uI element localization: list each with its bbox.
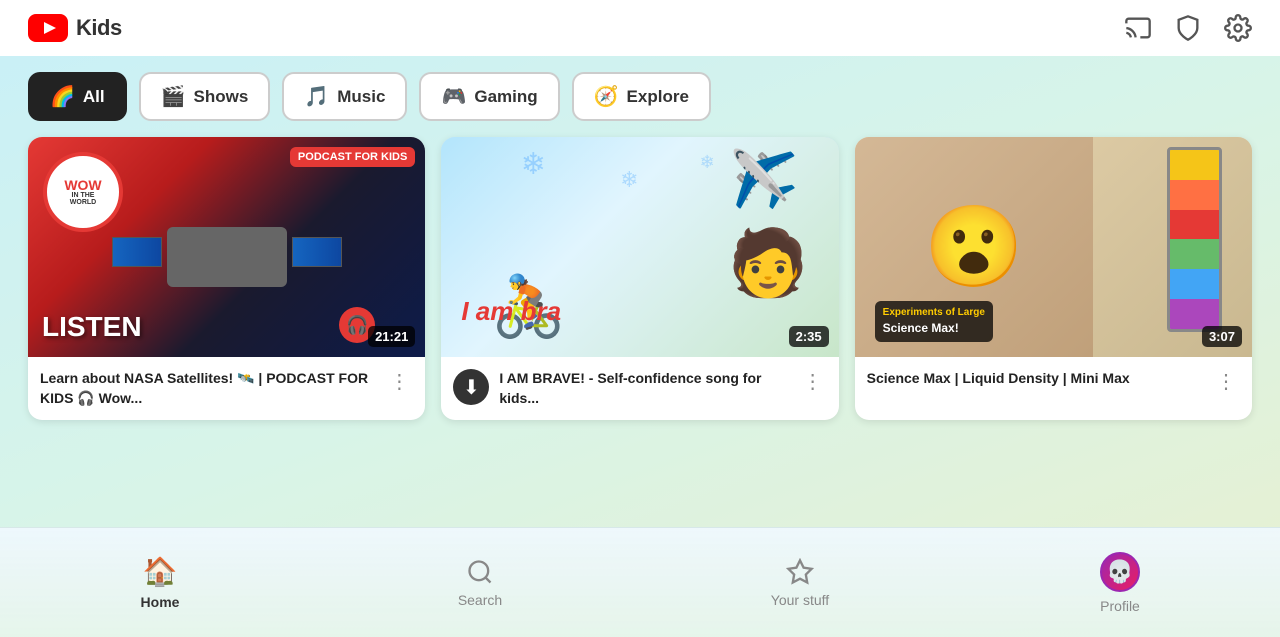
- video-left-brave: ⬇ I AM BRAVE! - Self-confidence song for…: [453, 369, 798, 408]
- nav-stuff-label: Your stuff: [771, 592, 829, 608]
- layer-green: [1170, 239, 1219, 269]
- nav-home[interactable]: 🏠 Home: [120, 555, 200, 610]
- video-title-nasa: Learn about NASA Satellites! 🛰️ | PODCAS…: [40, 369, 385, 408]
- home-icon: 🏠: [143, 555, 178, 588]
- listen-text: LISTEN: [42, 311, 142, 343]
- tab-music-label: Music: [337, 87, 385, 107]
- youtube-logo: [28, 14, 68, 42]
- tab-all[interactable]: 🌈 All: [28, 72, 127, 121]
- nav-search-label: Search: [458, 592, 502, 608]
- cast-icon[interactable]: [1124, 14, 1152, 42]
- nav-profile[interactable]: 💀 Profile: [1080, 552, 1160, 614]
- bottom-nav: 🏠 Home Search Your stuff 💀 Profile: [0, 527, 1280, 637]
- tab-gaming-label: Gaming: [474, 87, 537, 107]
- nav-home-label: Home: [141, 594, 180, 610]
- video-more-nasa[interactable]: ⋮: [385, 369, 413, 394]
- video-thumb-brave: ❄ ❄ ❄ ✈️ 🚴 🧑 I am bra 2:35: [441, 137, 838, 357]
- search-icon: [466, 558, 494, 586]
- tab-gaming[interactable]: 🎮 Gaming: [419, 72, 559, 121]
- tab-shows[interactable]: 🎬 Shows: [139, 72, 271, 121]
- explore-icon: 🧭: [594, 84, 619, 109]
- video-duration-nasa: 21:21: [368, 326, 415, 347]
- video-duration-brave: 2:35: [789, 326, 829, 347]
- app-title: Kids: [76, 15, 122, 41]
- download-avatar: ⬇: [453, 369, 489, 405]
- layer-blue: [1170, 269, 1219, 299]
- panel-left: [112, 237, 162, 267]
- satellite-shape: [167, 227, 287, 287]
- video-card-brave[interactable]: ❄ ❄ ❄ ✈️ 🚴 🧑 I am bra 2:35 ⬇ I AM BRAVE!…: [441, 137, 838, 420]
- brave-text: I am bra: [461, 296, 561, 327]
- video-left-science: Science Max | Liquid Density | Mini Max: [867, 369, 1212, 389]
- nav-stuff[interactable]: Your stuff: [760, 558, 840, 608]
- layer-orange: [1170, 180, 1219, 210]
- video-info-brave: ⬇ I AM BRAVE! - Self-confidence song for…: [441, 357, 838, 420]
- video-title-brave: I AM BRAVE! - Self-confidence song for k…: [499, 369, 798, 408]
- tab-all-label: All: [83, 87, 105, 107]
- tab-music[interactable]: 🎵 Music: [282, 72, 407, 121]
- video-left-nasa: Learn about NASA Satellites! 🛰️ | PODCAS…: [40, 369, 385, 408]
- podcast-badge: PODCAST FOR KIDS: [290, 147, 415, 167]
- video-info-nasa: Learn about NASA Satellites! 🛰️ | PODCAS…: [28, 357, 425, 420]
- category-tabs: 🌈 All 🎬 Shows 🎵 Music 🎮 Gaming 🧭 Explore: [0, 56, 1280, 137]
- video-thumb-science: 😮 Experiments of LargeScience Max! 3:07: [855, 137, 1252, 357]
- video-info-science: Science Max | Liquid Density | Mini Max …: [855, 357, 1252, 406]
- panel-right: [292, 237, 342, 267]
- video-more-brave[interactable]: ⋮: [799, 369, 827, 394]
- wow-badge: WOW IN THEWORLD: [43, 152, 123, 232]
- layer-purple: [1170, 299, 1219, 329]
- video-thumb-nasa: WOW IN THEWORLD PODCAST FOR KIDS LISTEN …: [28, 137, 425, 357]
- snowflake2: ❄: [620, 167, 638, 193]
- shield-icon[interactable]: [1174, 14, 1202, 42]
- layer-red: [1170, 210, 1219, 240]
- video-title-science: Science Max | Liquid Density | Mini Max: [867, 369, 1130, 389]
- profile-avatar: 💀: [1100, 552, 1140, 592]
- logo-area: Kids: [28, 14, 122, 42]
- video-card-science[interactable]: 😮 Experiments of LargeScience Max! 3:07 …: [855, 137, 1252, 420]
- video-grid: WOW IN THEWORLD PODCAST FOR KIDS LISTEN …: [0, 137, 1280, 420]
- video-duration-science: 3:07: [1202, 326, 1242, 347]
- shows-icon: 🎬: [161, 84, 186, 109]
- video-more-science[interactable]: ⋮: [1212, 369, 1240, 394]
- snowflake3: ❄: [700, 152, 715, 173]
- science-badge: Experiments of LargeScience Max!: [875, 301, 993, 342]
- plane-shape: ✈️: [730, 147, 798, 212]
- tab-shows-label: Shows: [194, 87, 249, 107]
- settings-icon[interactable]: [1224, 14, 1252, 42]
- snowflake1: ❄: [521, 147, 546, 182]
- music-icon: 🎵: [304, 84, 329, 109]
- video-card-nasa[interactable]: WOW IN THEWORLD PODCAST FOR KIDS LISTEN …: [28, 137, 425, 420]
- woman-figure: 🧑: [728, 225, 809, 301]
- density-jar: [1167, 147, 1222, 332]
- header: Kids: [0, 0, 1280, 56]
- header-icons: [1124, 14, 1252, 42]
- nav-search[interactable]: Search: [440, 558, 520, 608]
- star-icon: [786, 558, 814, 586]
- gaming-icon: 🎮: [441, 84, 466, 109]
- all-icon: 🌈: [50, 84, 75, 109]
- nav-profile-label: Profile: [1100, 598, 1140, 614]
- tab-explore-label: Explore: [627, 87, 689, 107]
- layer-yellow: [1170, 150, 1219, 180]
- tab-explore[interactable]: 🧭 Explore: [572, 72, 711, 121]
